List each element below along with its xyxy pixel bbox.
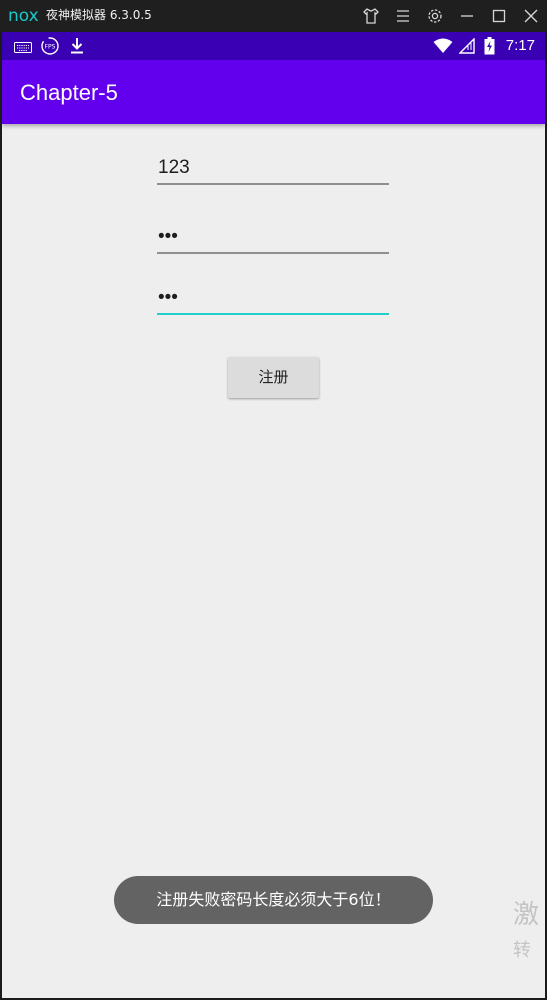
status-time: 7:17 bbox=[505, 37, 535, 54]
close-icon[interactable] bbox=[521, 6, 541, 26]
error-toast: 注册失败密码长度必须大于6位！ bbox=[114, 876, 433, 924]
device-screen: FPS 7:17 Chapter-5 注册 bbox=[2, 32, 545, 998]
confirm-password-field[interactable] bbox=[157, 281, 389, 315]
wifi-icon bbox=[433, 38, 453, 58]
svg-text:FPS: FPS bbox=[45, 44, 56, 51]
app-bar: Chapter-5 bbox=[2, 60, 545, 124]
confirm-password-underline bbox=[157, 313, 389, 315]
minimize-icon[interactable] bbox=[457, 6, 477, 26]
watermark-line-2: 转 bbox=[513, 940, 531, 961]
password-underline bbox=[157, 252, 389, 254]
nox-logo: nox bbox=[8, 6, 39, 26]
emulator-titlebar: nox 夜神模拟器 6.3.0.5 bbox=[0, 0, 547, 32]
maximize-icon[interactable] bbox=[489, 6, 509, 26]
menu-icon[interactable] bbox=[393, 6, 413, 26]
username-underline bbox=[157, 183, 389, 185]
username-field[interactable] bbox=[157, 151, 389, 185]
keyboard-icon bbox=[14, 39, 32, 58]
emulator-title: 夜神模拟器 6.3.0.5 bbox=[46, 8, 152, 22]
app-title: Chapter-5 bbox=[20, 80, 118, 105]
gear-icon[interactable] bbox=[425, 6, 445, 26]
signal-icon bbox=[458, 37, 475, 58]
register-button[interactable]: 注册 bbox=[228, 357, 319, 398]
download-icon bbox=[69, 37, 85, 59]
emulator-window: nox 夜神模拟器 6.3.0.5 FPS 7:17 Chapter-5 123… bbox=[0, 0, 547, 1000]
fps-icon: FPS bbox=[40, 36, 60, 60]
shirt-icon[interactable] bbox=[361, 6, 381, 26]
password-field[interactable] bbox=[157, 220, 389, 254]
battery-icon bbox=[484, 37, 495, 59]
watermark-line-1: 激 bbox=[513, 900, 540, 930]
status-bar: FPS 7:17 bbox=[2, 32, 545, 60]
